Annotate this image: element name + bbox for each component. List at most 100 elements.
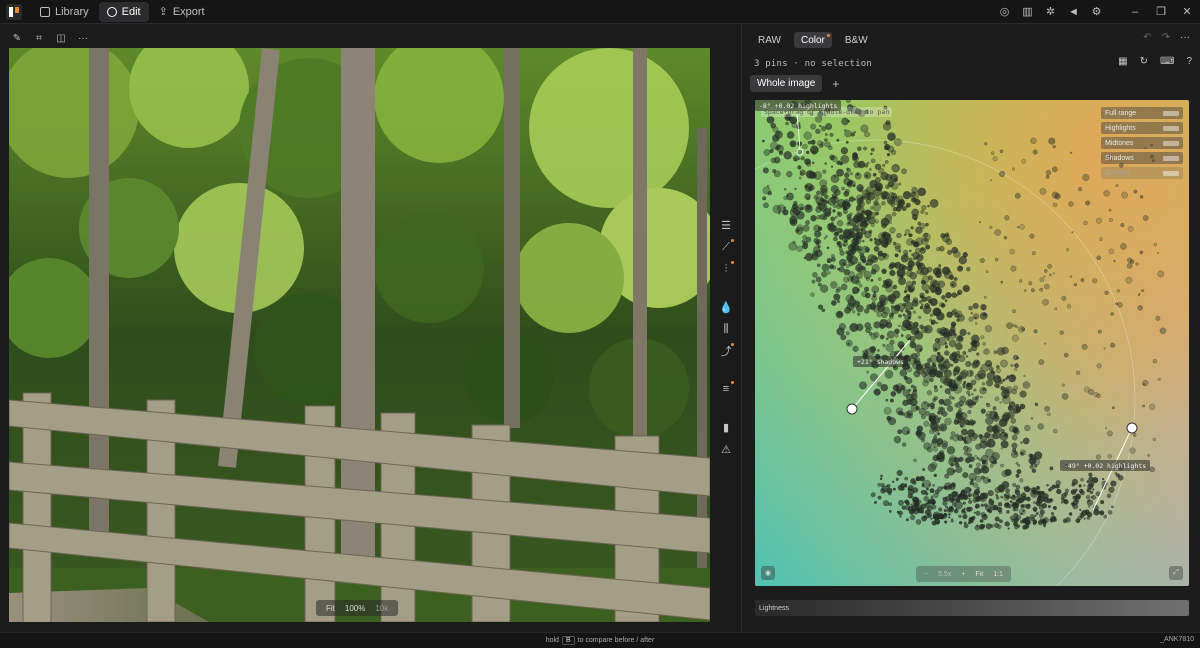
range-highlights[interactable]: Highlights	[1101, 122, 1183, 134]
sample-dot	[974, 322, 978, 325]
sample-dot	[858, 187, 864, 193]
sample-dot	[882, 500, 889, 507]
sample-dot	[904, 301, 913, 311]
sample-dot	[1011, 167, 1016, 171]
lightness-slider[interactable]: Lightness	[755, 600, 1189, 616]
sample-dot	[924, 324, 933, 334]
range-midtones[interactable]: Midtones	[1101, 137, 1183, 149]
more-icon[interactable]: ···	[1180, 32, 1190, 43]
mode-bw[interactable]: B&W	[838, 32, 875, 48]
sample-dot	[831, 257, 836, 262]
sample-dot	[1153, 242, 1157, 247]
sample-dot	[1043, 275, 1046, 278]
plot-fit-button[interactable]: Fit	[975, 571, 983, 578]
mixer-icon[interactable]: ⫼	[716, 318, 736, 340]
sample-dot	[869, 206, 874, 210]
zoom-other[interactable]: 10k	[375, 604, 388, 613]
sample-dot	[973, 511, 976, 514]
drop-icon[interactable]: 💧	[716, 296, 736, 318]
sample-dot	[973, 388, 977, 392]
sample-dot	[836, 219, 844, 227]
sample-dot	[941, 443, 948, 450]
sample-dot	[945, 505, 949, 509]
sparkle-icon[interactable]: ✲	[1039, 0, 1062, 24]
eyedropper-icon[interactable]: ◉	[761, 566, 775, 580]
sample-dot	[892, 487, 896, 491]
sample-dot	[933, 385, 938, 389]
help-icon[interactable]: ?	[1186, 56, 1192, 67]
sample-dot	[939, 327, 948, 335]
add-scope-button[interactable]: +	[832, 77, 839, 91]
sample-dot	[826, 246, 830, 250]
plot-zoom-in-button[interactable]: +	[961, 571, 965, 578]
warning-icon[interactable]: ⚠	[716, 438, 736, 460]
close-icon[interactable]: ✕	[1174, 0, 1200, 24]
pin-tag-1[interactable]: -8° +0.02 highlights	[755, 100, 842, 111]
pin-tag-2[interactable]: +21° shadows	[853, 356, 908, 367]
sample-dot	[875, 256, 878, 260]
sample-dot	[876, 301, 884, 308]
compare-icon[interactable]: ◫	[52, 30, 70, 46]
sample-dot	[970, 311, 974, 315]
expand-icon[interactable]: ⤢	[1169, 566, 1183, 580]
restore-icon[interactable]: ❐	[1148, 0, 1174, 24]
sample-dot	[821, 271, 828, 278]
histogram-icon[interactable]: ⟋	[716, 236, 736, 258]
sample-dot	[843, 209, 848, 215]
globe-icon[interactable]: ◎	[993, 0, 1016, 24]
sample-dot	[857, 214, 865, 222]
sample-dot	[944, 417, 952, 426]
sample-dot	[971, 392, 974, 396]
keyboard-icon[interactable]: ⌨	[1160, 56, 1174, 67]
sample-dot	[1055, 484, 1060, 489]
range-shadows[interactable]: Shadows	[1101, 152, 1183, 164]
sample-dot	[1097, 329, 1102, 334]
gear-icon[interactable]: ⚙	[1085, 0, 1108, 24]
bar-chart-icon[interactable]: ▮	[716, 416, 736, 438]
tab-export[interactable]: ⇪ Export	[151, 2, 213, 22]
sliders-icon[interactable]: ☰	[716, 214, 736, 236]
scope-whole-image[interactable]: Whole image	[750, 75, 823, 92]
reset-icon[interactable]: ↻	[1140, 56, 1148, 67]
plot-ratio-button[interactable]: 1:1	[993, 571, 1003, 578]
wand-icon[interactable]: ✎	[8, 30, 26, 46]
color-plot[interactable]: Space+drag or middle-drag to pan -8° +0.…	[755, 100, 1189, 586]
sample-dot	[901, 442, 907, 447]
panel-icon[interactable]: ▥	[1016, 0, 1039, 24]
redo-icon[interactable]: ↷	[1162, 32, 1170, 43]
sample-dot	[889, 299, 895, 305]
sample-dot	[1106, 493, 1112, 499]
sample-dot	[1048, 273, 1052, 277]
lines-icon[interactable]: ≡	[716, 378, 736, 400]
minimize-icon[interactable]: –	[1122, 0, 1148, 24]
range-full[interactable]: Full range	[1101, 107, 1183, 119]
sample-dot	[1099, 510, 1105, 516]
sample-dot	[817, 226, 823, 231]
sample-dot	[1103, 190, 1110, 197]
sample-dot	[1060, 497, 1065, 501]
sample-dot	[952, 357, 959, 364]
range-thumb	[1163, 110, 1179, 116]
tab-edit[interactable]: Edit	[98, 1, 149, 22]
zoom-fit-button[interactable]: Fit	[326, 604, 335, 613]
curve-icon[interactable]: ⤴	[716, 340, 736, 362]
mode-raw[interactable]: RAW	[751, 32, 788, 48]
filmstrip-icon[interactable]: ▦	[1118, 56, 1127, 67]
photo-canvas[interactable]	[9, 48, 710, 622]
mode-color[interactable]: Color	[793, 32, 832, 48]
plot-zoom-out-button[interactable]: −	[924, 571, 928, 578]
sample-dot	[1107, 509, 1113, 515]
pin-tag-3[interactable]: -49° +0.02 highlights	[1060, 460, 1151, 471]
thermometer-icon[interactable]: ⫶	[716, 258, 736, 280]
undo-icon[interactable]: ↶	[1143, 32, 1151, 43]
sample-dot	[863, 146, 867, 151]
crop-icon[interactable]: ⌗	[30, 30, 48, 46]
sample-dot	[980, 519, 984, 523]
more-icon[interactable]: ···	[74, 30, 92, 46]
megaphone-icon[interactable]: ◄	[1062, 0, 1085, 24]
sample-dot	[951, 501, 957, 507]
zoom-value[interactable]: 100%	[345, 604, 365, 613]
tab-library[interactable]: Library	[32, 2, 97, 22]
range-custom[interactable]: Custom	[1101, 167, 1183, 179]
sample-dot	[1013, 521, 1019, 527]
